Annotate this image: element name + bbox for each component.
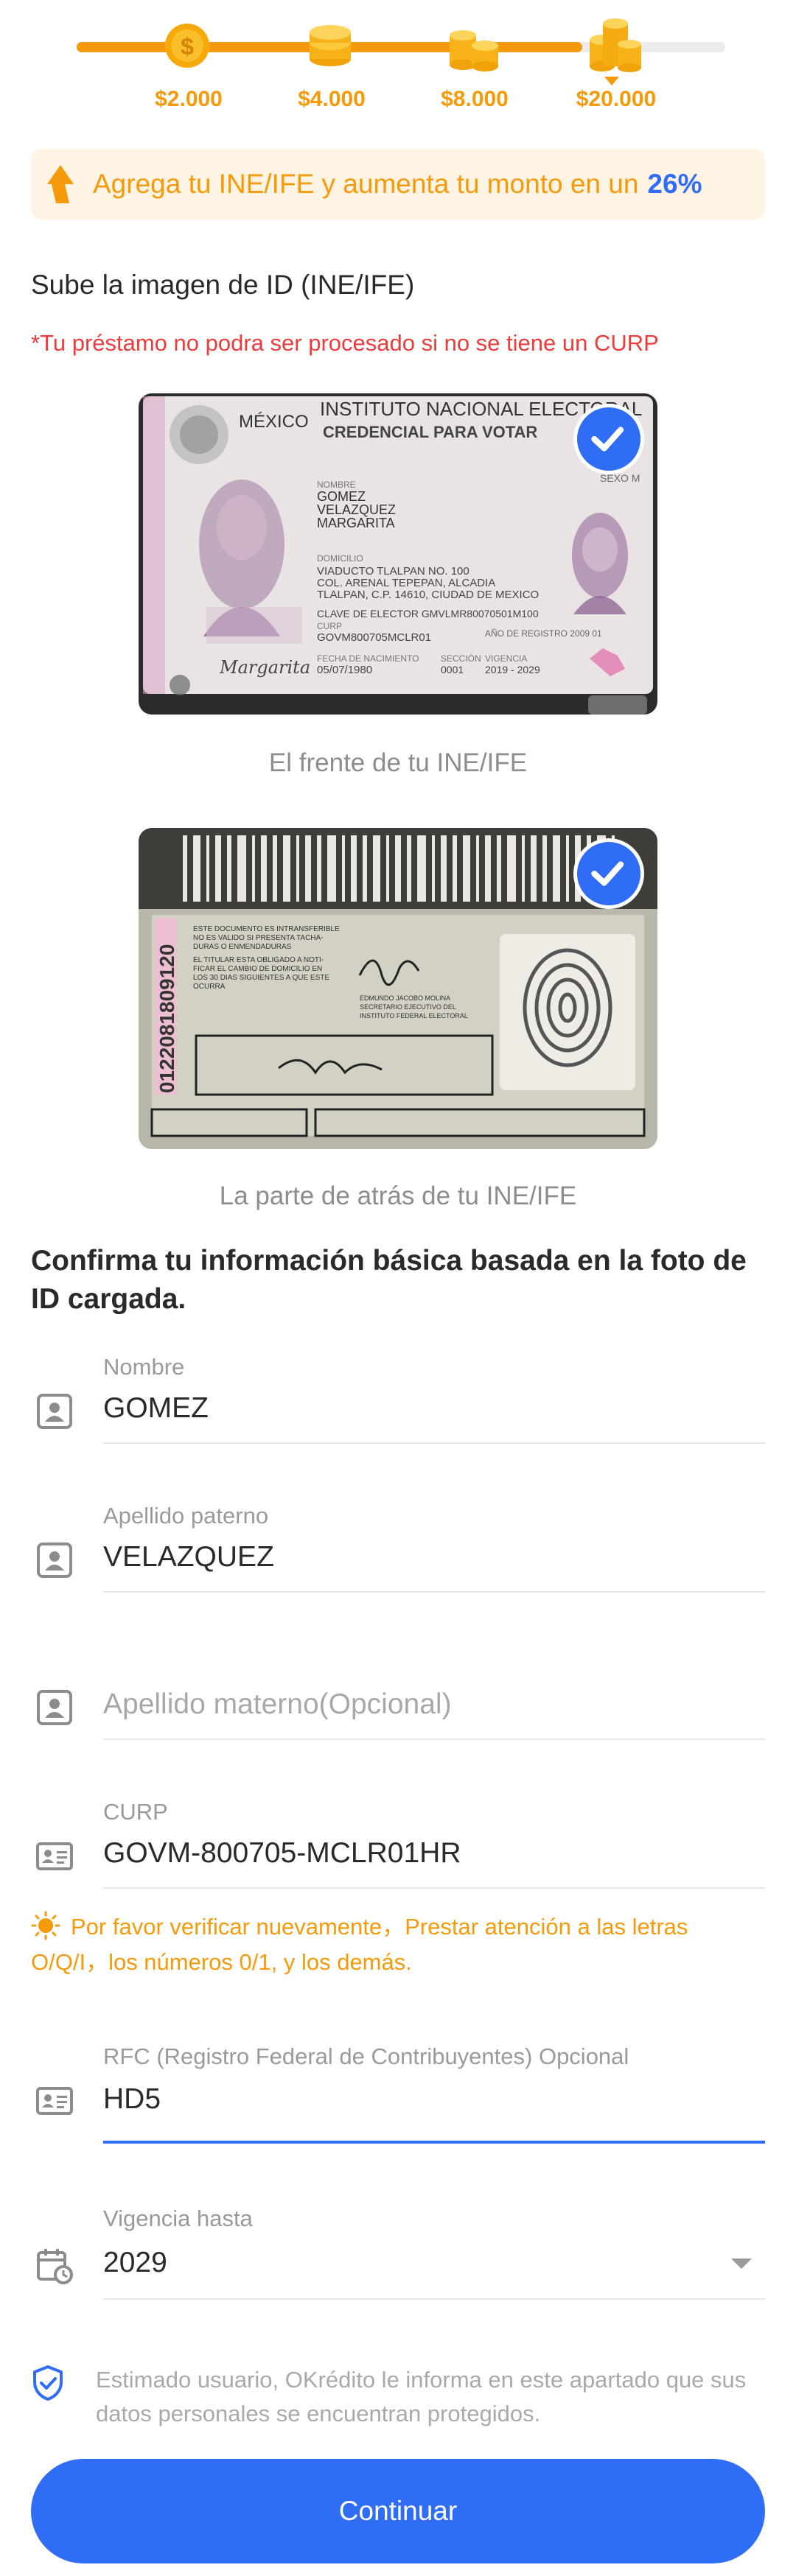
card-curp: GOVM800705MCLR01 bbox=[317, 631, 431, 644]
arrow-up-icon bbox=[47, 165, 74, 203]
banner-percent: 26% bbox=[647, 169, 702, 199]
card-elector-key: CLAVE DE ELECTOR GMVLMR80070501M100 bbox=[317, 608, 539, 620]
card-validity: 2019 - 2029 bbox=[485, 664, 540, 675]
privacy-notice-text: Estimado usuario, OKrédito le informa en… bbox=[96, 2367, 747, 2426]
card-birth: 05/07/1980 bbox=[317, 664, 372, 676]
calendar-clock-icon bbox=[37, 2249, 73, 2284]
nombre-input[interactable]: GOMEZ bbox=[103, 1392, 209, 1425]
card-legal-line: LOS 30 DIAS SIGUIENTES A QUE ESTE bbox=[193, 974, 329, 982]
rfc-input[interactable]: HD5 bbox=[103, 2083, 161, 2116]
amount-label: $20.000 bbox=[576, 87, 657, 111]
rfc-label: RFC (Registro Federal de Contribuyentes)… bbox=[103, 2043, 629, 2069]
apellido-paterno-label: Apellido paterno bbox=[103, 1503, 269, 1529]
card-section-label: SECCIÓN bbox=[441, 653, 481, 664]
card-address-line: VIADUCTO TLALPAN NO. 100 bbox=[317, 565, 469, 578]
card-address-line: TLALPAN, C.P. 14610, CIUDAD DE MEXICO bbox=[317, 589, 539, 601]
apellido-paterno-underline bbox=[103, 1591, 765, 1593]
banner-text: Agrega tu INE/IFE y aumenta tu monto en … bbox=[93, 169, 639, 199]
id-back-upload[interactable]: 0122081809120 ESTE DOCUMENTO ES INTRANSF… bbox=[139, 828, 657, 1149]
rfc-field[interactable]: RFC (Registro Federal de Contribuyentes)… bbox=[31, 2043, 765, 2145]
id-card-icon bbox=[36, 2087, 73, 2115]
coin-stack-small-icon bbox=[310, 25, 351, 66]
vigencia-underline bbox=[103, 2298, 765, 2300]
card-credential: CREDENCIAL PARA VOTAR bbox=[323, 423, 537, 441]
curp-input[interactable]: GOVM-800705-MCLR01HR bbox=[103, 1837, 461, 1870]
card-name-label: NOMBRE bbox=[317, 480, 356, 490]
current-level-indicator bbox=[604, 77, 619, 85]
card-secretary-line: SECRETARIO EJECUTIVO DEL bbox=[360, 1003, 456, 1011]
id-front-upload[interactable]: MÉXICO INSTITUTO NACIONAL ELECTORAL CRED… bbox=[139, 393, 657, 715]
apellido-materno-field[interactable]: Apellido materno(Opcional) bbox=[31, 1650, 765, 1741]
boost-banner: Agrega tu INE/IFE y aumenta tu monto en … bbox=[31, 149, 765, 220]
card-legal-line: OCURRA bbox=[193, 983, 226, 991]
upload-title: Sube la imagen de ID (INE/IFE) bbox=[31, 270, 415, 300]
vigencia-select[interactable]: 2029 bbox=[103, 2247, 167, 2279]
curp-field[interactable]: CURP GOVM-800705-MCLR01HR bbox=[31, 1799, 765, 1890]
apellido-paterno-input[interactable]: VELAZQUEZ bbox=[103, 1541, 274, 1573]
svg-text:$: $ bbox=[181, 33, 194, 60]
card-name-line: MARGARITA bbox=[317, 516, 395, 530]
person-card-icon bbox=[37, 1394, 72, 1429]
card-curp-label: CURP bbox=[317, 621, 342, 631]
amount-label: $8.000 bbox=[441, 87, 509, 111]
nombre-underline bbox=[103, 1442, 765, 1444]
curp-label: CURP bbox=[103, 1799, 168, 1825]
nombre-label: Nombre bbox=[103, 1354, 185, 1380]
card-name-line: VELAZQUEZ bbox=[317, 502, 396, 517]
person-card-icon bbox=[37, 1543, 72, 1578]
person-card-icon bbox=[37, 1690, 72, 1725]
verify-hint: Por favor verificar nuevamente，Prestar a… bbox=[31, 1909, 765, 1980]
card-signature: Margarita bbox=[219, 657, 310, 678]
lightbulb-icon bbox=[31, 1911, 60, 1940]
vigencia-field[interactable]: Vigencia hasta 2029 bbox=[31, 2205, 765, 2301]
card-secretary-line: EDMUNDO JACOBO MOLINA bbox=[360, 994, 450, 1002]
apellido-materno-input[interactable]: Apellido materno(Opcional) bbox=[103, 1688, 452, 1721]
curp-warning: *Tu préstamo no podra ser procesado si n… bbox=[31, 330, 659, 356]
back-check-icon bbox=[573, 838, 644, 909]
curp-underline bbox=[103, 1887, 765, 1889]
card-birth-label: FECHA DE NACIMIENTO bbox=[317, 653, 419, 664]
card-name-line: GOMEZ bbox=[317, 489, 366, 504]
back-caption: La parte de atrás de tu INE/IFE bbox=[219, 1182, 577, 1210]
chevron-down-icon[interactable] bbox=[731, 2259, 752, 2269]
card-address-label: DOMICILIO bbox=[317, 553, 363, 564]
vigencia-label: Vigencia hasta bbox=[103, 2205, 253, 2231]
card-legal-line: ESTE DOCUMENTO ES INTRANSFERIBLE bbox=[193, 925, 340, 933]
coin-stack-medium-icon bbox=[450, 30, 498, 71]
card-section: 0001 bbox=[441, 664, 464, 675]
amount-label: $4.000 bbox=[298, 87, 366, 111]
shield-check-icon bbox=[33, 2365, 63, 2401]
id-card-icon bbox=[36, 1842, 73, 1870]
card-registry: AÑO DE REGISTRO 2009 01 bbox=[485, 628, 602, 639]
apellido-materno-underline bbox=[103, 1738, 765, 1740]
card-validity-label: VIGENCIA bbox=[485, 653, 527, 664]
confirm-title: Confirma tu información básica basada en… bbox=[31, 1245, 747, 1315]
card-secretary-line: INSTITUTO FEDERAL ELECTORAL bbox=[360, 1012, 468, 1019]
card-legal-line: EL TITULAR ESTA OBLIGADO A NOTI- bbox=[193, 956, 324, 964]
coin-stack-large-icon bbox=[590, 18, 641, 72]
card-country: MÉXICO bbox=[239, 412, 309, 432]
card-legal-line: DURAS O ENMENDADURAS bbox=[193, 943, 292, 951]
card-vertical-number: 0122081809120 bbox=[156, 944, 178, 1093]
nombre-field[interactable]: Nombre GOMEZ bbox=[31, 1354, 765, 1445]
card-address-line: COL. ARENAL TEPEPAN, ALCADIA bbox=[317, 577, 495, 589]
front-caption: El frente de tu INE/IFE bbox=[268, 748, 528, 777]
verify-hint-text: Por favor verificar nuevamente，Prestar a… bbox=[31, 1914, 688, 1975]
card-legal-line: NO ES VALIDO SI PRESENTA TACHA- bbox=[193, 934, 324, 942]
front-check-icon bbox=[573, 404, 644, 474]
amount-label: $2.000 bbox=[155, 87, 223, 111]
rfc-underline bbox=[103, 2141, 765, 2144]
apellido-paterno-field[interactable]: Apellido paterno VELAZQUEZ bbox=[31, 1503, 765, 1594]
continue-button[interactable]: Continuar bbox=[31, 2459, 765, 2563]
coin-icon: $ bbox=[165, 24, 209, 68]
loan-progress: $ $2.000 $4.000 $8.000 $20.000 bbox=[0, 0, 796, 125]
card-legal-line: FICAR EL CAMBIO DE DOMICILIO EN bbox=[193, 965, 322, 973]
